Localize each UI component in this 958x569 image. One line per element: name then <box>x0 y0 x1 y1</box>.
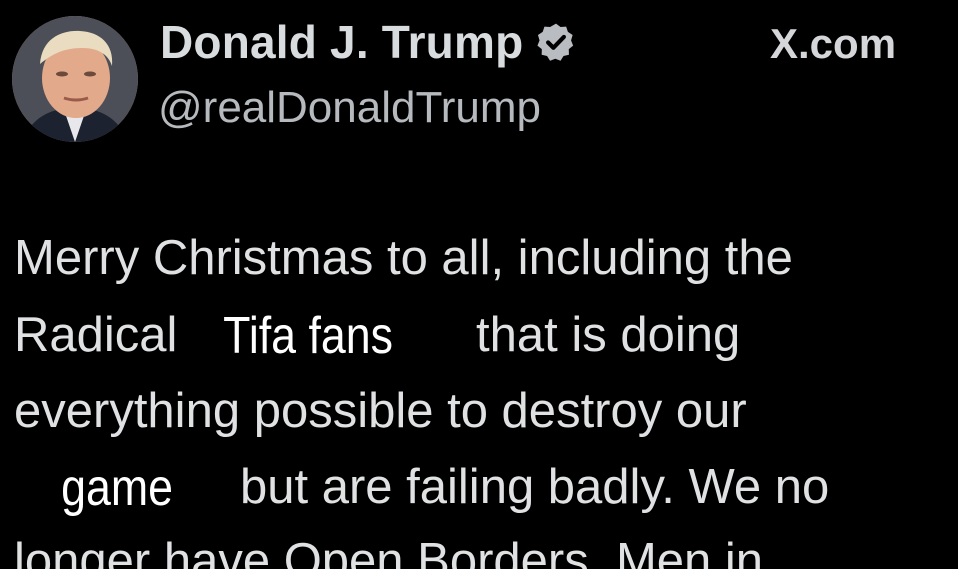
profile-photo-icon <box>12 16 138 142</box>
post-text-line: Radical <box>14 308 178 362</box>
post-text-line: longer have Open Borders, Men in <box>14 534 764 569</box>
post-text-line: Merry Christmas to all, including the <box>14 231 793 285</box>
source-label: X.com <box>770 20 897 67</box>
post-text-line: everything possible to destroy our <box>14 384 747 438</box>
author-row: Donald J. Trump <box>160 14 577 70</box>
post-text-line: but are failing badly. We no <box>240 460 830 514</box>
post-text-line: that is doing <box>476 308 741 362</box>
display-name[interactable]: Donald J. Trump <box>160 14 523 70</box>
overlay-caption: game <box>56 458 179 518</box>
overlay-caption: Tifa fans <box>218 306 399 366</box>
avatar[interactable] <box>12 16 138 142</box>
author-handle[interactable]: @realDonaldTrump <box>158 80 541 136</box>
post-screenshot: Donald J. Trump @realDonaldTrump X.com M… <box>0 0 958 569</box>
verified-badge-icon <box>537 23 574 61</box>
